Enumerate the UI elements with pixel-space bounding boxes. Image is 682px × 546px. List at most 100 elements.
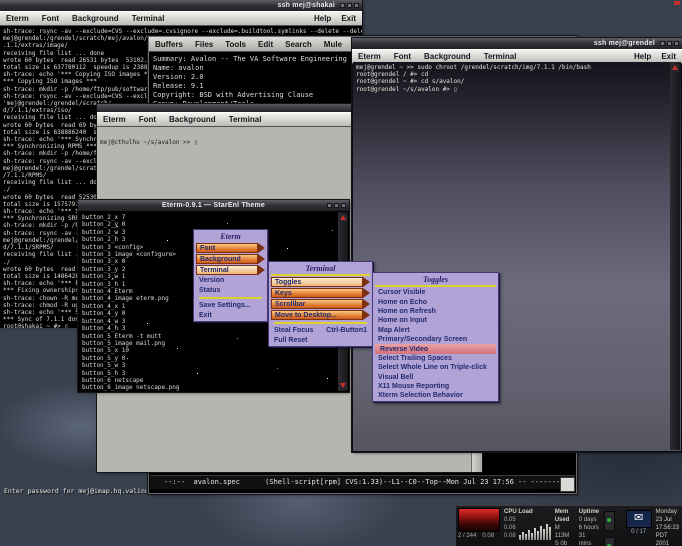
menu-background[interactable]: Background — [169, 115, 216, 124]
terminal-line: button_5_h 3 — [82, 370, 338, 377]
window-title: Eterm-0.9.1 — StarEnl Theme — [162, 202, 265, 209]
menu-background[interactable]: Background — [72, 14, 119, 23]
uptime-value: 6 hours — [579, 524, 599, 532]
menu-item[interactable]: Scrollbar — [271, 299, 363, 309]
menu-title: Terminal — [271, 262, 370, 276]
menu-item[interactable]: Home on Input — [375, 316, 496, 325]
titlebar-starenl[interactable]: Eterm-0.9.1 — StarEnl Theme — [78, 200, 349, 211]
menu-item[interactable]: Cursor Visible — [375, 288, 496, 297]
menu-item[interactable]: Status — [196, 286, 265, 295]
menu-help[interactable]: Help — [314, 14, 331, 23]
terminal-line: root@grendel / #> cd — [356, 71, 681, 78]
menu-item[interactable]: Exit — [196, 311, 265, 320]
menu-item[interactable]: Xterm Selection Behavior — [375, 391, 496, 400]
menu-item[interactable]: Save Settings... — [196, 301, 265, 310]
menu-item[interactable]: Reverse Video — [375, 344, 496, 353]
epplet-switches — [601, 506, 624, 546]
titlebar-grendel[interactable]: ssh mej@grendel — [352, 38, 682, 49]
terminal-line: button_5_x 10 — [82, 347, 338, 354]
menu-font[interactable]: Font — [42, 14, 59, 23]
menu-title: Eterm — [194, 230, 267, 242]
window-buttons[interactable] — [338, 3, 359, 8]
menu-item[interactable]: Primary/Secondary Screen — [375, 335, 496, 344]
scroll-down-icon[interactable] — [339, 381, 347, 389]
menu-font[interactable]: Font — [394, 52, 411, 61]
epplet-led-meter: 2 / 244 0.08 — [456, 506, 502, 546]
mem-value: S 0b — [555, 540, 575, 546]
resize-grip[interactable] — [560, 477, 575, 492]
menu-eterm[interactable]: Eterm — [6, 14, 29, 23]
menu-terminal[interactable]: Terminal — [229, 115, 262, 124]
popup-menu-terminal: Terminal TogglesKeysScrollbarMove to Des… — [268, 261, 373, 347]
terminal-line: button_5_y 0 — [82, 355, 338, 362]
menu-item[interactable]: Steal FocusCtrl-Button1 — [271, 326, 370, 335]
led-load: 0.08 — [482, 532, 494, 540]
scroll-up-icon[interactable] — [339, 214, 347, 222]
switch-icon[interactable] — [604, 537, 615, 546]
epplet-bar: 2 / 244 0.08 CPU Load 0.050.060.08 Mem U… — [455, 505, 682, 546]
menu-help[interactable]: Help — [634, 52, 651, 61]
window-title: ssh mej@grendel — [594, 40, 655, 47]
menu-item[interactable]: Version — [196, 276, 265, 285]
clock-line: PDT 2001 — [656, 532, 679, 546]
menu-item[interactable]: Home on Refresh — [375, 307, 496, 316]
scrollbar-grendel[interactable] — [670, 62, 680, 450]
window-buttons[interactable] — [658, 41, 679, 46]
emacs-menu-item[interactable]: Files — [195, 40, 213, 49]
menu-item[interactable]: Select Whole Line on Triple-click — [375, 363, 496, 372]
terminal-line: button_5_w 3 — [82, 362, 338, 369]
emacs-menu-item[interactable]: Buffers — [155, 40, 183, 49]
window-buttons[interactable] — [325, 203, 346, 208]
uptime-value: 0 days — [579, 516, 599, 524]
epplet-uptime: Uptime 0 days6 hours31 mins — [577, 506, 601, 546]
menu-separator — [274, 322, 367, 324]
cpu-value: 0.08 — [504, 532, 516, 540]
terminal-line: sh-trace: rsync -av --exclude=CVS --excl… — [3, 28, 362, 35]
menu-eterm[interactable]: Eterm — [103, 115, 126, 124]
menu-item[interactable]: Full Reset — [271, 336, 370, 345]
emacs-menu-item[interactable]: Edit — [258, 40, 273, 49]
emacs-menu-item[interactable]: Mule — [324, 40, 342, 49]
scroll-up-icon[interactable] — [671, 64, 679, 72]
cpu-value: 0.06 — [504, 524, 516, 532]
menu-item[interactable]: Map Alert — [375, 326, 496, 335]
menu-item[interactable]: Home on Echo — [375, 297, 496, 306]
menu-terminal[interactable]: Terminal — [484, 52, 517, 61]
menu-item[interactable]: Font — [196, 243, 258, 253]
terminal-line: button_2_y 0 — [82, 221, 338, 228]
menu-item[interactable]: Select Trailing Spaces — [375, 354, 496, 363]
led-count: 2 / 244 — [458, 532, 476, 540]
menu-font[interactable]: Font — [139, 115, 156, 124]
menu-item[interactable]: Keys — [271, 288, 363, 298]
menu-background[interactable]: Background — [424, 52, 471, 61]
mail-icon[interactable]: ✉ — [626, 510, 652, 528]
terminal-line: root@grendel ~ #> cd s/avalon/ — [356, 78, 681, 85]
menu-terminal[interactable]: Terminal — [132, 14, 165, 23]
cpu-graph — [519, 516, 551, 540]
clock-line: Monday — [656, 508, 679, 516]
uptime-value: 31 mins — [579, 532, 599, 546]
emacs-menu-item[interactable]: Search — [285, 40, 312, 49]
menu-item[interactable]: Toggles — [271, 277, 363, 287]
menu-item[interactable]: X11 Mouse Reporting — [375, 382, 496, 391]
menu-separator — [199, 297, 262, 299]
titlebar-shakai[interactable]: ssh mej@shakai — [0, 0, 362, 11]
popup-menu-eterm: Eterm FontBackgroundTerminalVersionStatu… — [193, 229, 268, 322]
menu-item[interactable]: Terminal — [196, 265, 258, 275]
menubar-shakai: Eterm Font Background Terminal Help Exit — [0, 11, 362, 26]
menu-eterm[interactable]: Eterm — [358, 52, 381, 61]
menu-item[interactable]: Visual Bell — [375, 373, 496, 382]
terminal-line: button_6 netscape — [82, 377, 338, 384]
cpu-label: CPU Load — [504, 508, 551, 516]
menu-title: Toggles — [375, 273, 496, 287]
terminal-screen-grendel[interactable]: mej@grendel ~ >> sudo chroot /grendel/sc… — [353, 62, 681, 93]
epplet-memory: Mem Used M 113MS 0b — [553, 506, 577, 546]
switch-icon[interactable] — [604, 511, 615, 531]
menu-exit[interactable]: Exit — [341, 14, 356, 23]
attention-marker — [674, 1, 680, 5]
mem-label: Mem Used — [555, 508, 575, 524]
emacs-menu-item[interactable]: Tools — [225, 40, 246, 49]
menu-item[interactable]: Move to Desktop... — [271, 310, 363, 320]
menu-item[interactable]: Background — [196, 254, 258, 264]
menu-exit[interactable]: Exit — [661, 52, 676, 61]
